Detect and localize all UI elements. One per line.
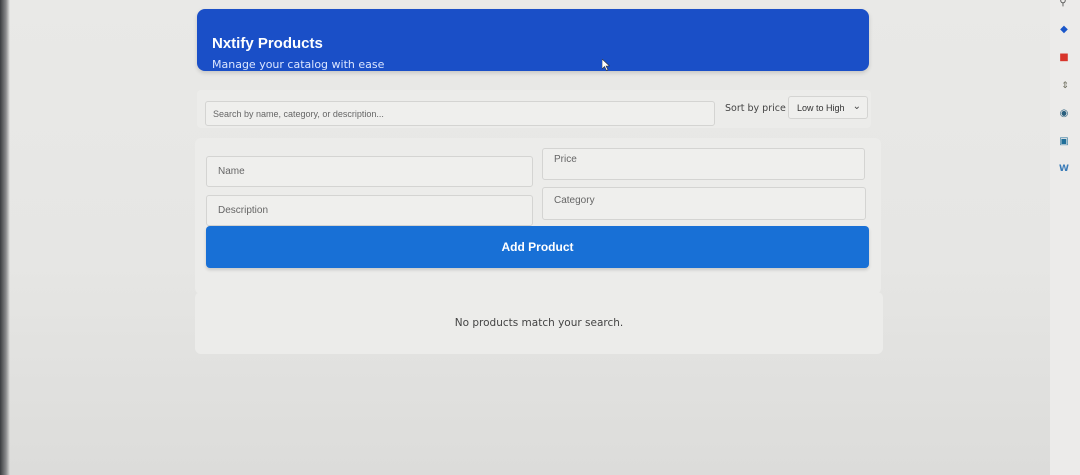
app-title: Nxtify Products xyxy=(212,35,323,52)
product-list: No products match your search. xyxy=(195,292,883,354)
add-product-button[interactable]: Add Product xyxy=(206,226,869,268)
sort-select[interactable]: Low to High ⌄ xyxy=(788,96,868,119)
mouse-pointer-icon xyxy=(602,59,610,71)
search-icon[interactable]: ⚲ xyxy=(1057,0,1069,9)
diamond-icon[interactable]: ◆ xyxy=(1058,24,1070,36)
translate-icon[interactable]: ⇕ xyxy=(1059,80,1071,92)
category-field[interactable] xyxy=(542,187,866,220)
price-field[interactable] xyxy=(542,148,865,180)
screen-bezel xyxy=(0,0,10,475)
bag-icon[interactable]: ■ xyxy=(1058,52,1070,64)
description-field[interactable] xyxy=(206,195,533,226)
app-subtitle: Manage your catalog with ease xyxy=(212,58,385,71)
sort-label: Sort by price xyxy=(725,103,786,114)
record-icon[interactable]: ◉ xyxy=(1058,108,1070,120)
name-field[interactable] xyxy=(206,156,533,187)
app-header: Nxtify Products Manage your catalog with… xyxy=(197,9,869,71)
w-icon[interactable]: W xyxy=(1058,163,1070,175)
empty-state-message: No products match your search. xyxy=(454,317,624,329)
sort-selected-value: Low to High xyxy=(797,102,845,113)
chevron-down-icon: ⌄ xyxy=(852,101,861,112)
extensions-bar: ⚲ ◆ ■ ⇕ ◉ ▣ W xyxy=(1050,0,1080,475)
mail-icon[interactable]: ▣ xyxy=(1058,136,1070,148)
search-input[interactable] xyxy=(205,101,715,126)
